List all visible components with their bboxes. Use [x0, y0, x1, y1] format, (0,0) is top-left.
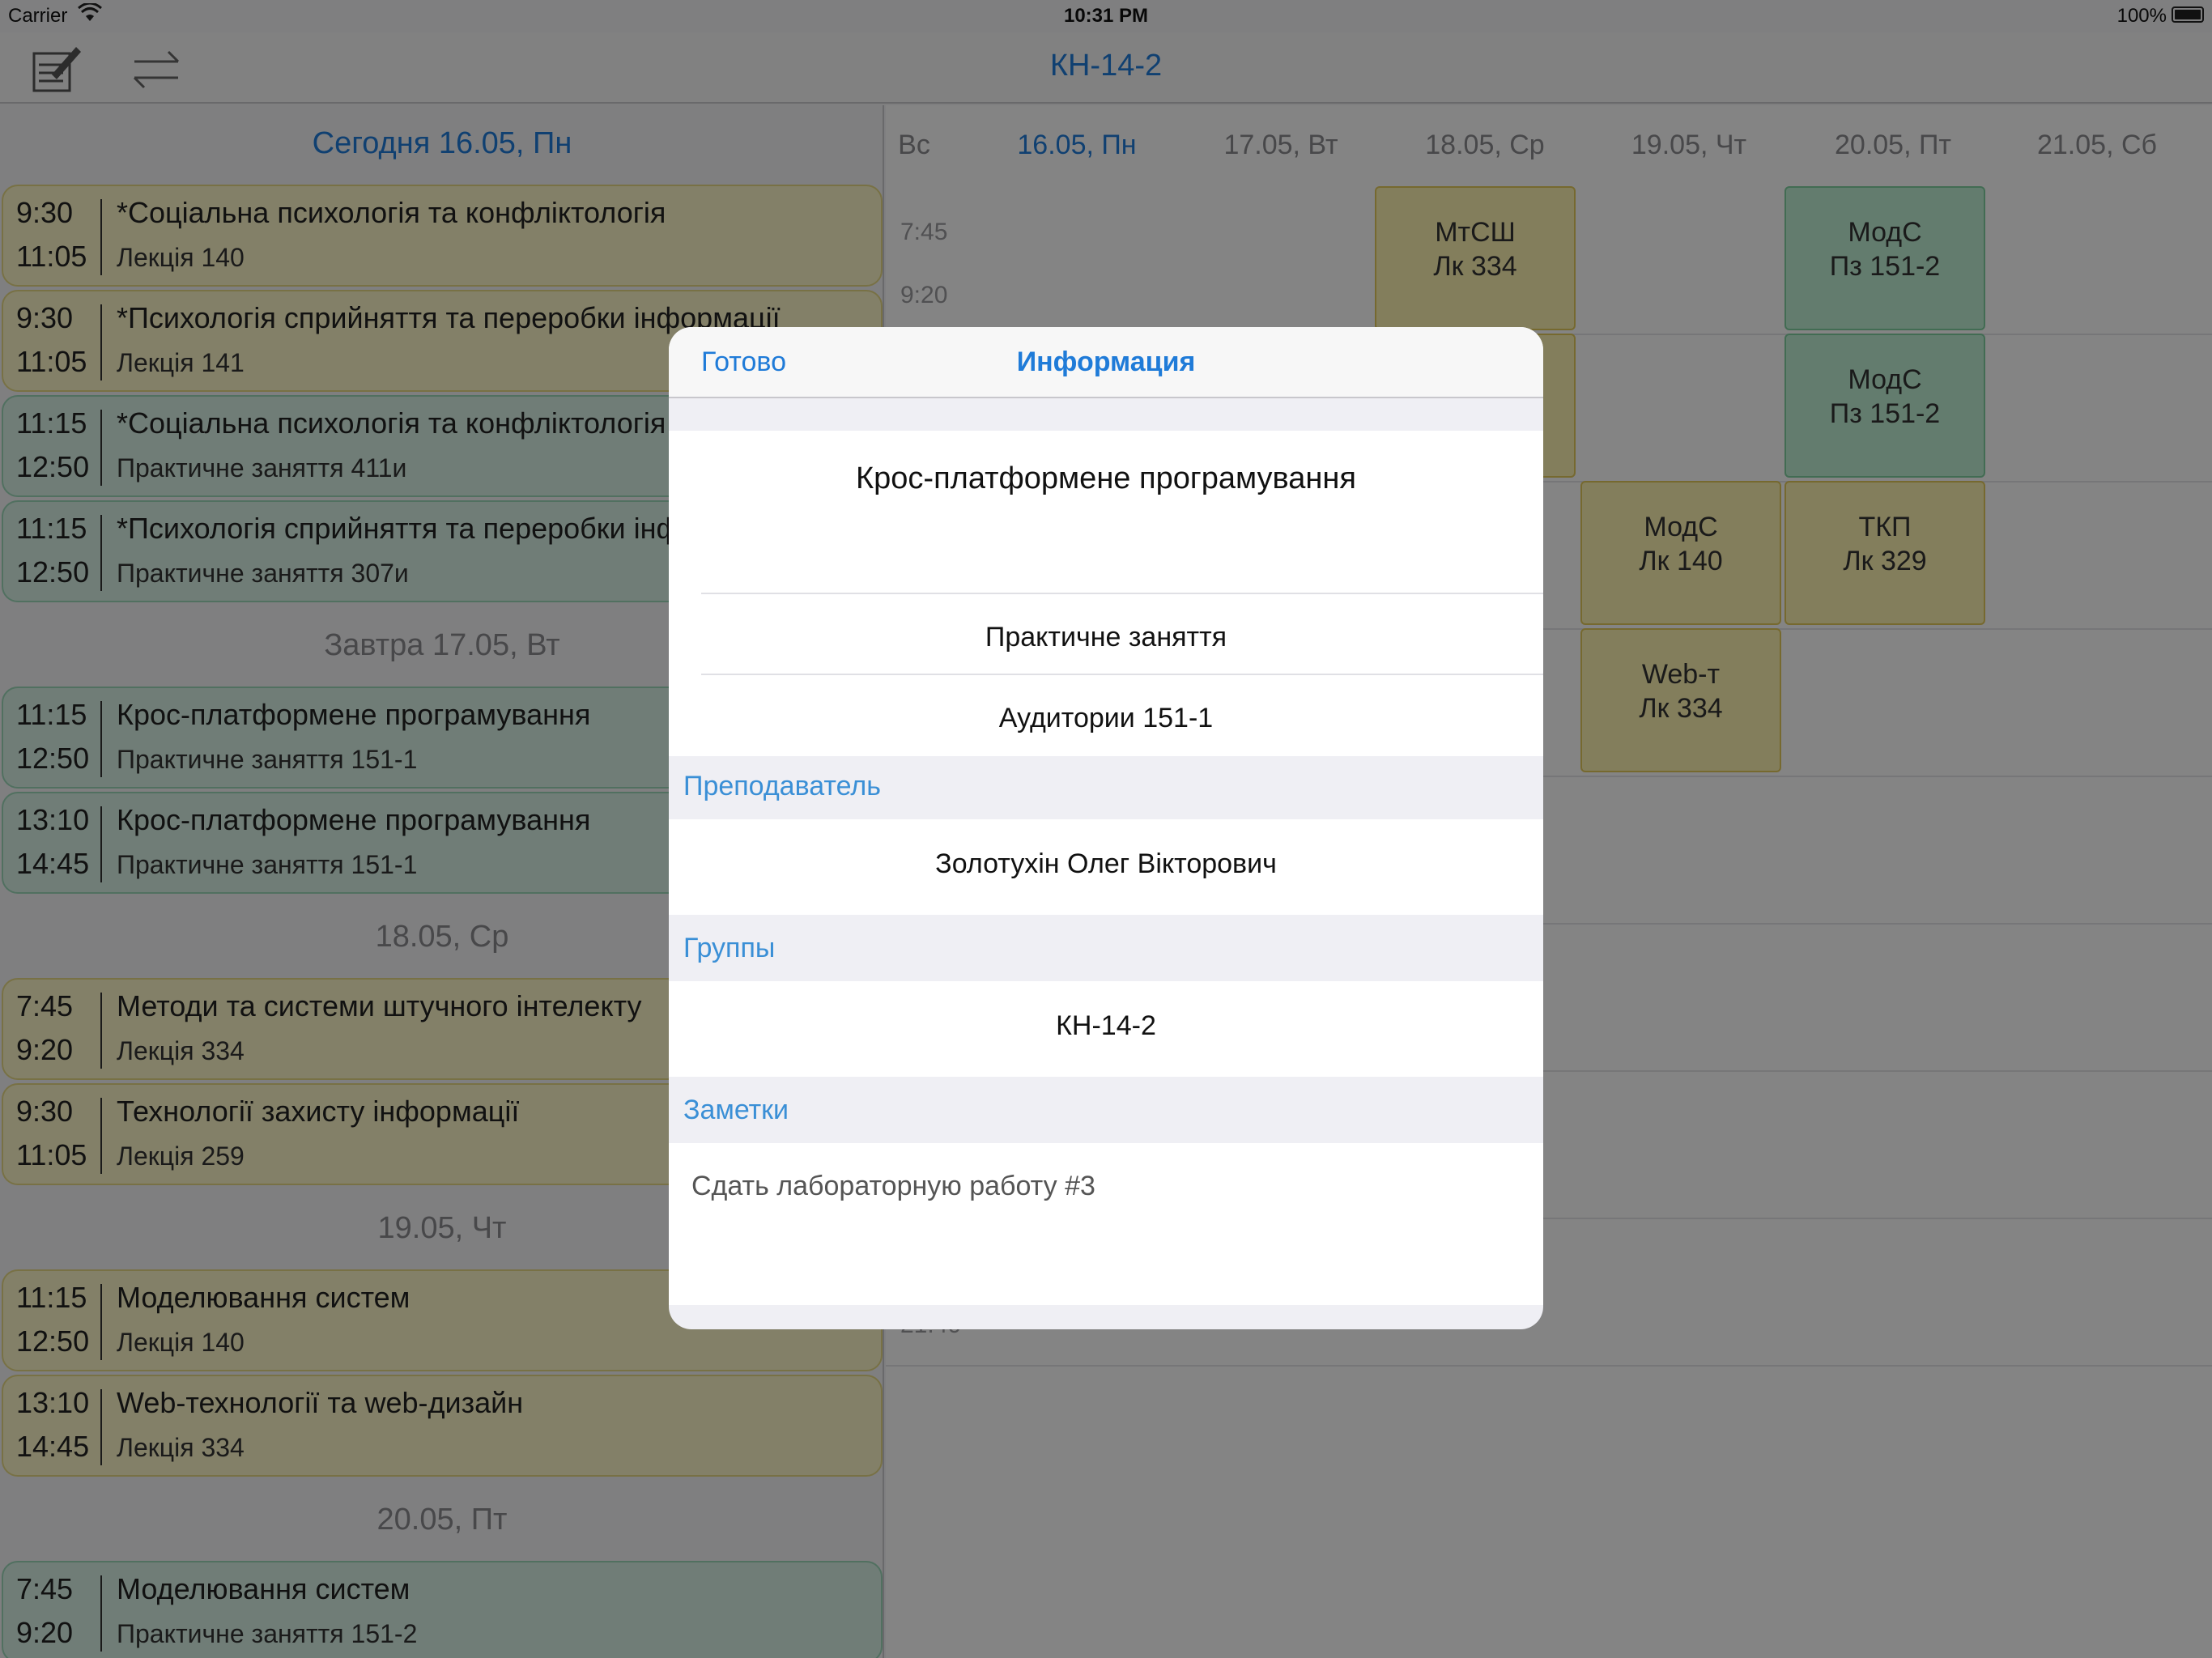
- divider: [701, 674, 1543, 675]
- notes-section-header: Заметки: [683, 1095, 789, 1125]
- teacher-section: Золотухін Олег Вікторович: [669, 819, 1543, 915]
- lesson-room: Аудитории 151-1: [998, 703, 1214, 733]
- group-name[interactable]: КН-14-2: [669, 1010, 1543, 1042]
- info-modal: Готово Информация Крос-платформене прогр…: [669, 327, 1543, 1329]
- notes-section[interactable]: Сдать лабораторную работу #3: [669, 1143, 1543, 1305]
- divider: [701, 593, 1543, 594]
- notes-text[interactable]: Сдать лабораторную работу #3: [691, 1171, 1095, 1202]
- lesson-info-section: Крос-платформене програмування Практичне…: [669, 431, 1543, 756]
- groups-section: КН-14-2: [669, 981, 1543, 1077]
- groups-section-header: Группы: [683, 933, 776, 963]
- subject-name: Крос-платформене програмування: [856, 461, 1356, 495]
- modal-title: Информация: [1016, 346, 1196, 377]
- lesson-type: Практичне заняття: [985, 622, 1227, 653]
- modal-header: Готово Информация: [669, 327, 1543, 398]
- teacher-name[interactable]: Золотухін Олег Вікторович: [669, 848, 1543, 880]
- teacher-section-header: Преподаватель: [683, 771, 881, 801]
